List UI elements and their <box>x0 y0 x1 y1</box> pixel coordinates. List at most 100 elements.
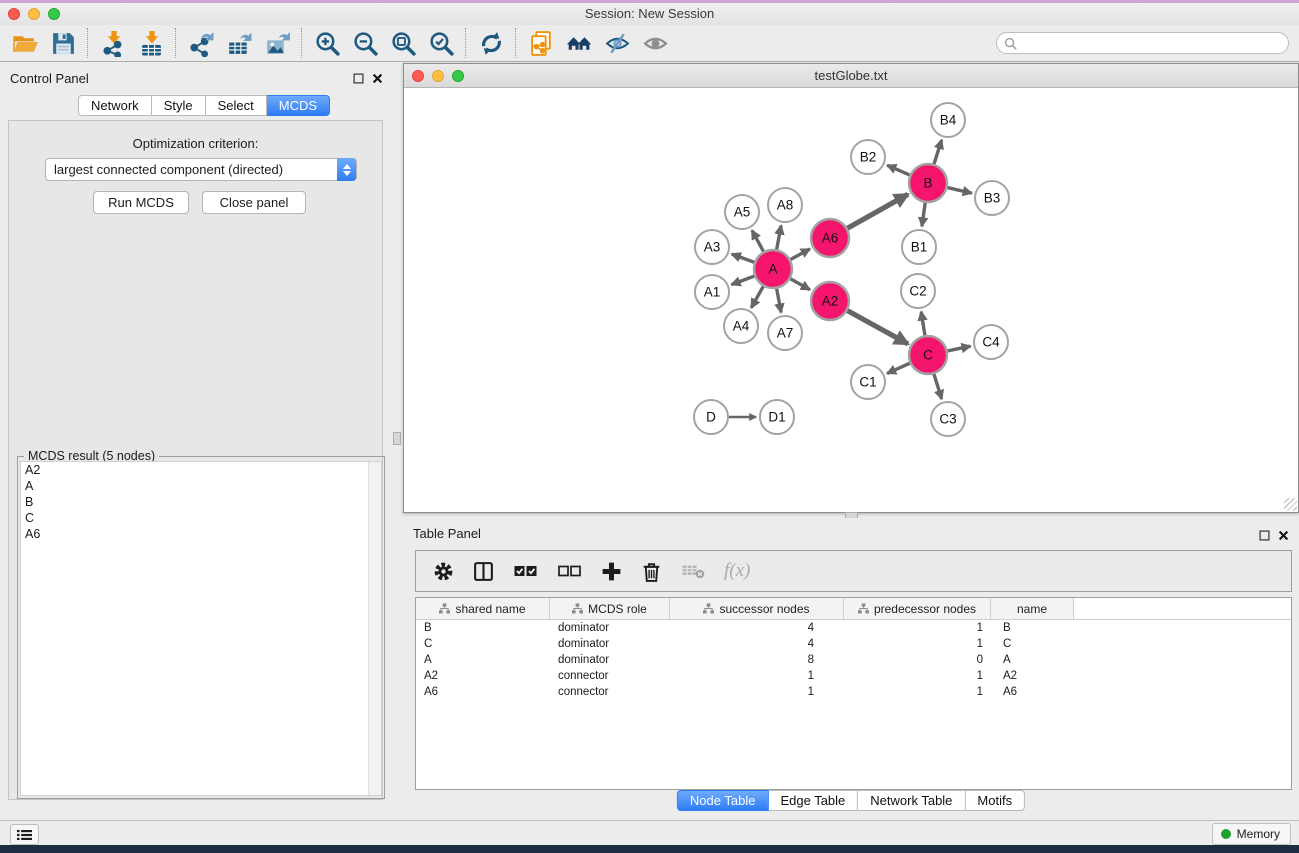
delete-column-button[interactable] <box>640 560 663 583</box>
table-cell[interactable]: 8 <box>670 654 844 666</box>
export-image-button[interactable] <box>258 27 296 59</box>
close-panel-button[interactable]: Close panel <box>202 191 306 214</box>
graph-node-A2[interactable]: A2 <box>811 282 849 320</box>
graph-node-A1[interactable]: A1 <box>695 275 729 309</box>
zoom-out-button[interactable] <box>346 27 384 59</box>
show-all-button[interactable] <box>636 27 674 59</box>
mcds-result-item[interactable]: A2 <box>21 462 381 478</box>
table-cell[interactable]: C <box>416 638 550 650</box>
table-cell[interactable]: dominator <box>550 654 670 666</box>
tab-select[interactable]: Select <box>206 95 267 116</box>
new-network-from-selection-button[interactable] <box>522 27 560 59</box>
search-input[interactable] <box>1022 35 1276 51</box>
zoom-fit-button[interactable] <box>384 27 422 59</box>
import-network-button[interactable] <box>94 27 132 59</box>
graph-node-C4[interactable]: C4 <box>974 325 1008 359</box>
tab-network[interactable]: Network <box>78 95 152 116</box>
import-table-button[interactable] <box>132 27 170 59</box>
table-cell[interactable]: 1 <box>844 638 991 650</box>
graph-node-C[interactable]: C <box>909 336 947 374</box>
graph-node-A3[interactable]: A3 <box>695 230 729 264</box>
graph-node-B3[interactable]: B3 <box>975 181 1009 215</box>
graph-node-B4[interactable]: B4 <box>931 103 965 137</box>
mcds-result-list[interactable]: A2ABCA6 <box>20 461 382 796</box>
graph-node-B[interactable]: B <box>909 164 947 202</box>
table-row[interactable]: Adominator80A <box>416 652 1291 668</box>
vertical-splitter-grip[interactable] <box>393 432 401 445</box>
open-session-button[interactable] <box>6 27 44 59</box>
memory-button[interactable]: Memory <box>1212 823 1291 845</box>
tab-network-table[interactable]: Network Table <box>858 790 965 811</box>
table-cell[interactable]: 1 <box>844 622 991 634</box>
graph-node-D[interactable]: D <box>694 400 728 434</box>
table-cell[interactable]: 4 <box>670 638 844 650</box>
table-row[interactable]: A2connector11A2 <box>416 668 1291 684</box>
export-network-button[interactable] <box>182 27 220 59</box>
graph-node-A7[interactable]: A7 <box>768 316 802 350</box>
table-cell[interactable]: B <box>991 622 1074 634</box>
column-header-MCDS-role[interactable]: MCDS role <box>550 598 670 619</box>
tab-mcds[interactable]: MCDS <box>267 95 330 116</box>
select-all-columns-button[interactable] <box>512 560 539 582</box>
graph-node-C3[interactable]: C3 <box>931 402 965 436</box>
table-cell[interactable]: 1 <box>670 670 844 682</box>
graph-node-B2[interactable]: B2 <box>851 140 885 174</box>
task-history-button[interactable] <box>10 824 39 845</box>
save-session-button[interactable] <box>44 27 82 59</box>
graph-node-B1[interactable]: B1 <box>902 230 936 264</box>
table-row[interactable]: Bdominator41B <box>416 620 1291 636</box>
float-panel-icon[interactable] <box>353 73 364 84</box>
table-cell[interactable]: 1 <box>844 670 991 682</box>
hide-selected-button[interactable] <box>598 27 636 59</box>
table-cell[interactable]: 1 <box>844 686 991 698</box>
tab-style[interactable]: Style <box>152 95 206 116</box>
table-cell[interactable]: connector <box>550 686 670 698</box>
export-table-button[interactable] <box>220 27 258 59</box>
table-cell[interactable]: A2 <box>991 670 1074 682</box>
graph-node-A5[interactable]: A5 <box>725 195 759 229</box>
mcds-result-item[interactable]: A6 <box>21 526 381 542</box>
table-cell[interactable]: B <box>416 622 550 634</box>
network-canvas[interactable]: A A1 A2 A3 A4 A5 A6 A7 A8 B B1 B2 B3 B4 C C1 C2 C3 C4 D D1 <box>405 88 1298 512</box>
window-resize-grip[interactable] <box>1284 498 1297 511</box>
search-field[interactable] <box>996 32 1289 54</box>
refresh-button[interactable] <box>472 27 510 59</box>
graph-node-A4[interactable]: A4 <box>724 309 758 343</box>
graph-node-A6[interactable]: A6 <box>811 219 849 257</box>
tab-node-table[interactable]: Node Table <box>677 790 769 811</box>
table-row[interactable]: A6connector11A6 <box>416 684 1291 700</box>
table-cell[interactable]: A6 <box>416 686 550 698</box>
table-cell[interactable]: A <box>416 654 550 666</box>
first-neighbors-button[interactable] <box>560 27 598 59</box>
column-header-name[interactable]: name <box>991 598 1074 619</box>
graph-node-D1[interactable]: D1 <box>760 400 794 434</box>
table-cell[interactable]: 4 <box>670 622 844 634</box>
result-scrollbar[interactable] <box>368 462 381 795</box>
float-panel-icon[interactable] <box>1259 530 1270 541</box>
graph-node-C2[interactable]: C2 <box>901 274 935 308</box>
show-columns-button[interactable] <box>472 560 495 583</box>
mcds-result-item[interactable]: A <box>21 478 381 494</box>
column-header-predecessor-nodes[interactable]: predecessor nodes <box>844 598 991 619</box>
mcds-result-item[interactable]: C <box>21 510 381 526</box>
graph-node-C1[interactable]: C1 <box>851 365 885 399</box>
table-cell[interactable]: dominator <box>550 622 670 634</box>
run-mcds-button[interactable]: Run MCDS <box>93 191 189 214</box>
network-window-titlebar[interactable]: testGlobe.txt <box>404 64 1298 88</box>
zoom-in-button[interactable] <box>308 27 346 59</box>
criterion-select[interactable]: largest connected component (directed) <box>45 158 357 181</box>
table-row[interactable]: Cdominator41C <box>416 636 1291 652</box>
table-cell[interactable]: dominator <box>550 638 670 650</box>
graph-node-A[interactable]: A <box>754 250 792 288</box>
graph-node-A8[interactable]: A8 <box>768 188 802 222</box>
table-cell[interactable]: A6 <box>991 686 1074 698</box>
column-header-shared-name[interactable]: shared name <box>416 598 550 619</box>
column-header-successor-nodes[interactable]: successor nodes <box>670 598 844 619</box>
table-cell[interactable]: C <box>991 638 1074 650</box>
close-panel-icon[interactable] <box>372 73 383 84</box>
zoom-selected-button[interactable] <box>422 27 460 59</box>
tab-edge-table[interactable]: Edge Table <box>768 790 858 811</box>
table-settings-button[interactable] <box>432 560 455 583</box>
table-cell[interactable]: connector <box>550 670 670 682</box>
mcds-result-item[interactable]: B <box>21 494 381 510</box>
